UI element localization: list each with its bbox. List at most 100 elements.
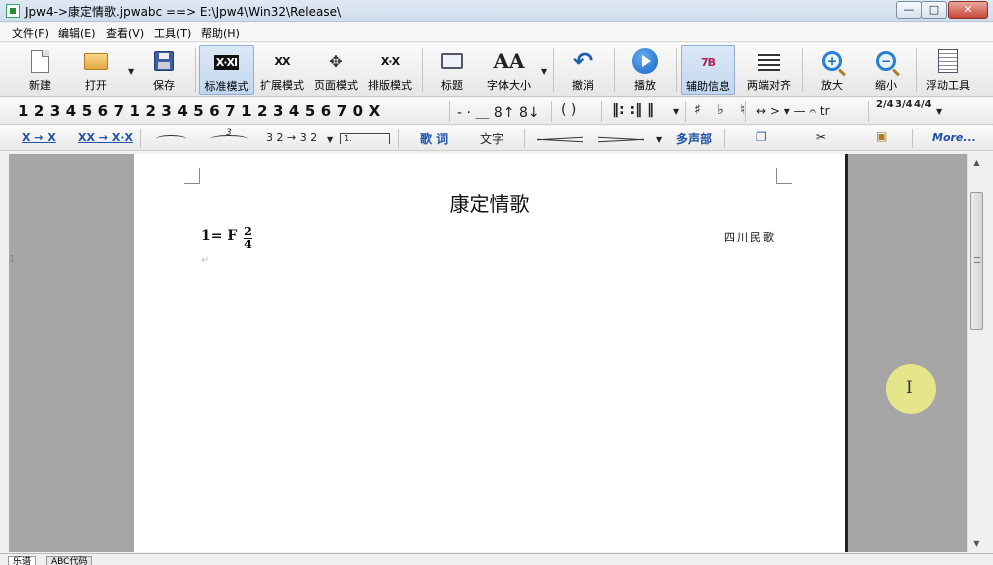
extended-mode-button[interactable]: XX 扩展模式: [256, 45, 308, 95]
tab-score[interactable]: 乐谱: [8, 556, 37, 565]
zoom-in-button[interactable]: + 放大: [808, 45, 856, 95]
duration-buttons[interactable]: - · ＿ 8↑ 8↓: [457, 102, 540, 122]
time-sig-top: 2: [244, 225, 252, 238]
tab-abc-code[interactable]: ABC代码: [46, 556, 93, 565]
floppy-icon: [150, 48, 178, 74]
undo-button[interactable]: ↶ 撤消: [558, 45, 608, 95]
multi-voice-button[interactable]: 多声部: [676, 130, 712, 147]
convert-x-button[interactable]: X → X: [22, 131, 56, 144]
float-tools-icon: [934, 48, 962, 74]
paste-icon[interactable]: ▣: [876, 129, 887, 143]
monitor-icon: [438, 48, 466, 74]
play-button[interactable]: 播放: [620, 45, 670, 95]
decrescendo-line-lower: [598, 138, 644, 143]
toolbar-divider: [449, 101, 450, 122]
menu-edit[interactable]: 编辑(E): [58, 25, 96, 41]
folder-icon: [82, 48, 110, 74]
time-sig-2-4-button[interactable]: 2/4: [876, 99, 894, 110]
minimize-button[interactable]: —: [896, 1, 922, 19]
text-cursor-icon: I: [906, 378, 913, 398]
barline-dropdown-icon[interactable]: ▼: [673, 107, 679, 116]
scroll-up-icon[interactable]: ▲: [968, 154, 985, 171]
menu-file[interactable]: 文件(F): [12, 25, 49, 41]
time-sig-4-4-button[interactable]: 4/4: [914, 99, 932, 110]
page-mode-label: 页面模式: [314, 79, 358, 92]
layout-mode-button[interactable]: X·X 排版模式: [364, 45, 416, 95]
standard-mode-button[interactable]: X·XI 标准模式: [199, 45, 254, 95]
menu-tools[interactable]: 工具(T): [154, 25, 191, 41]
zoom-in-icon: +: [818, 48, 846, 74]
slur-button[interactable]: [156, 135, 186, 143]
octave-convert-button[interactable]: 3 2 → 3 2: [266, 131, 317, 144]
aux-info-button[interactable]: 7B 辅助信息: [681, 45, 735, 95]
open-label: 打开: [85, 79, 107, 92]
text-button[interactable]: 文字: [480, 130, 504, 147]
time-sig-dropdown-icon[interactable]: ▼: [936, 107, 942, 116]
convert-xx-button[interactable]: XX → X·X: [78, 131, 133, 144]
scroll-grip-icon: [974, 257, 980, 263]
standard-mode-label: 标准模式: [204, 80, 249, 93]
play-icon: [631, 48, 659, 74]
page-corner-mark: [776, 168, 792, 184]
hairpin-dropdown-icon[interactable]: ▼: [656, 135, 662, 144]
notation-toolbar: 1234567123456712345670X - · ＿ 8↑ 8↓ ( ) …: [0, 98, 993, 125]
new-label: 新建: [29, 79, 51, 92]
aux-info-label: 辅助信息: [686, 80, 730, 93]
float-tools-button[interactable]: 浮动工具: [921, 45, 975, 95]
view-tabs: 乐谱 ABC代码: [0, 553, 993, 565]
layout-mode-icon: X·X: [380, 54, 400, 68]
page-shadow: [845, 154, 848, 552]
justify-button[interactable]: 两端对齐: [742, 45, 796, 95]
toolbar-divider: [614, 48, 615, 92]
close-button[interactable]: ✕: [948, 1, 988, 19]
toolbar-divider: [195, 48, 196, 92]
app-icon: [6, 4, 20, 18]
main-toolbar: 新建 打开 ▼ 保存 X·XI 标准模式 XX 扩展模式 ✥ 页面模式 X·X …: [0, 43, 993, 97]
document-canvas[interactable]: 康定情歌 1= F 2 4 四川民歌 ↵ I 1: [9, 154, 967, 552]
layout-mode-label: 排版模式: [368, 79, 412, 92]
justify-icon: [755, 48, 783, 74]
lyrics-button[interactable]: 歌 词: [420, 130, 448, 147]
accidental-buttons[interactable]: ♯ ♭ ♮: [694, 102, 751, 118]
format-toolbar: X → X XX → X·X 3 3 2 → 3 2 ▼ 1. 歌 词 文字 ▼…: [0, 126, 993, 151]
barline-buttons[interactable]: ‖: :‖ ‖: [612, 102, 654, 118]
time-sig-3-4-button[interactable]: 3/4: [895, 99, 913, 110]
font-size-button[interactable]: AA 字体大小: [482, 45, 536, 95]
page-corner-mark: [184, 168, 200, 184]
volta-button[interactable]: 1.: [340, 133, 390, 144]
ornament-buttons[interactable]: ↔ > ▾ — 𝄐 tr: [756, 104, 830, 119]
zoom-out-button[interactable]: − 缩小: [862, 45, 910, 95]
title-button[interactable]: 标题: [428, 45, 476, 95]
cut-icon[interactable]: ✂: [816, 130, 826, 144]
title-label: 标题: [441, 79, 463, 92]
time-sig-bottom: 4: [244, 238, 252, 251]
page-mode-button[interactable]: ✥ 页面模式: [309, 45, 363, 95]
toolbar-divider: [802, 48, 803, 92]
save-button[interactable]: 保存: [138, 45, 190, 95]
paragraph-mark: ↵: [201, 255, 210, 266]
song-origin: 四川民歌: [724, 231, 776, 244]
font-size-dropdown-icon[interactable]: ▼: [541, 67, 547, 76]
scroll-thumb[interactable]: [970, 192, 983, 330]
maximize-button[interactable]: □: [921, 1, 947, 19]
toolbar-divider: [676, 48, 677, 92]
note-digit-buttons[interactable]: 1234567123456712345670X: [18, 102, 386, 120]
scroll-down-icon[interactable]: ▼: [968, 535, 985, 552]
undo-icon: ↶: [572, 47, 594, 75]
score-page[interactable]: 康定情歌 1= F 2 4 四川民歌 ↵ I: [134, 154, 936, 552]
menu-bar: 文件(F) 编辑(E) 查看(V) 工具(T) 帮助(H): [0, 23, 993, 42]
open-dropdown-icon[interactable]: ▼: [128, 67, 134, 76]
more-button[interactable]: More...: [932, 131, 976, 144]
menu-help[interactable]: 帮助(H): [201, 25, 240, 41]
new-button[interactable]: 新建: [14, 45, 66, 95]
vertical-scrollbar[interactable]: ▲ ▼: [967, 154, 984, 552]
paren-buttons[interactable]: ( ): [561, 102, 576, 118]
toolbar-divider: [745, 101, 746, 122]
zoom-in-label: 放大: [821, 79, 843, 92]
toolbar-divider: [140, 129, 141, 148]
open-button[interactable]: 打开: [70, 45, 122, 95]
copy-icon[interactable]: ❐: [756, 130, 767, 144]
save-label: 保存: [153, 79, 175, 92]
menu-view[interactable]: 查看(V): [106, 25, 144, 41]
octave-dropdown-icon[interactable]: ▼: [327, 135, 333, 144]
